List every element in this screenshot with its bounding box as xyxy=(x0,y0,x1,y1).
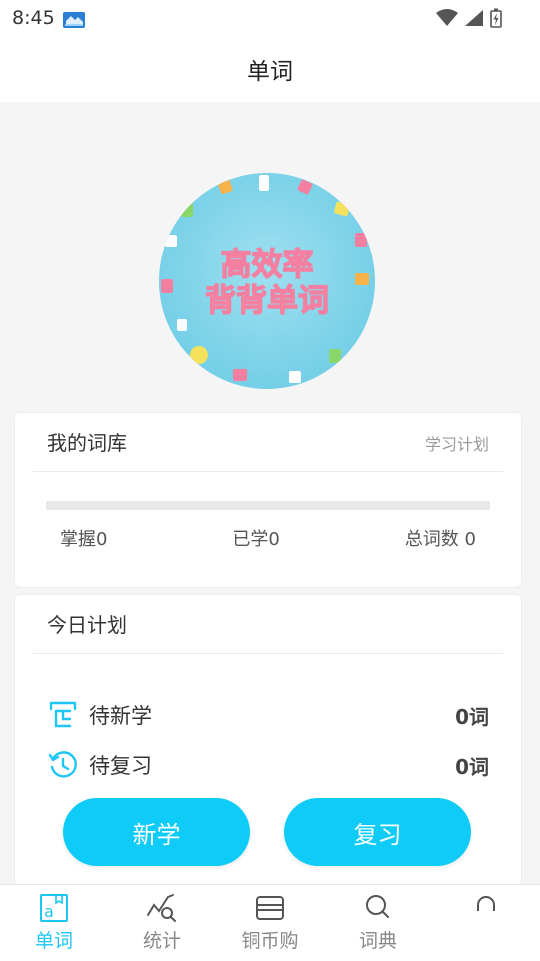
tab-dictionary[interactable]: 词典 xyxy=(324,885,432,961)
pending-new-row: 待新学 0词 xyxy=(47,697,489,733)
today-plan-card: 今日计划 待新学 0词 待复习 0词 新学 复习 xyxy=(14,594,522,888)
main-content: 高效率 背背单词 我的词库 学习计划 掌握0 已学0 总词数 0 今日计划 待新… xyxy=(0,102,540,888)
total-words-count: 总词数 0 xyxy=(404,529,476,550)
library-stats: 掌握0 已学0 总词数 0 xyxy=(46,525,490,553)
tab-word-label: 单词 xyxy=(34,930,73,952)
library-title: 我的词库 xyxy=(47,431,127,455)
banner-line2: 背背单词 xyxy=(205,283,329,319)
pending-review-row: 待复习 0词 xyxy=(47,747,489,783)
tab-copper-shop-label: 铜币购 xyxy=(241,930,299,952)
new-learn-button[interactable]: 新学 xyxy=(63,798,250,866)
today-plan-title: 今日计划 xyxy=(47,613,127,637)
pending-review-label: 待复习 xyxy=(89,754,152,778)
wifi-icon xyxy=(436,9,458,26)
page-title: 单词 xyxy=(0,36,540,102)
pending-review-count: 0词 xyxy=(455,754,489,779)
word-tab-icon: a xyxy=(40,894,68,922)
search-tab-icon xyxy=(366,895,389,918)
banner-line1: 高效率 xyxy=(221,247,314,283)
battery-icon xyxy=(490,8,502,28)
history-icon xyxy=(48,751,77,778)
library-progress-bar xyxy=(46,501,490,510)
pending-new-count: 0词 xyxy=(455,704,489,729)
library-card-header: 我的词库 学习计划 xyxy=(33,413,503,472)
profile-tab-icon xyxy=(477,896,495,911)
tab-dictionary-label: 词典 xyxy=(358,930,397,952)
tab-copper-shop[interactable]: 铜币购 xyxy=(216,885,324,961)
svg-text:a: a xyxy=(44,902,54,921)
tab-stats[interactable]: 统计 xyxy=(108,885,216,961)
tab-stats-label: 统计 xyxy=(142,930,181,952)
app-notification-icon xyxy=(63,12,85,28)
review-button[interactable]: 复习 xyxy=(284,798,471,866)
my-library-card: 我的词库 学习计划 掌握0 已学0 总词数 0 xyxy=(14,412,522,588)
mastered-count: 掌握0 xyxy=(60,529,108,550)
signal-icon xyxy=(465,10,483,26)
status-icons xyxy=(436,8,502,28)
pending-new-label: 待新学 xyxy=(89,704,152,728)
tab-profile[interactable] xyxy=(432,885,540,961)
learned-count: 已学0 xyxy=(232,529,280,550)
status-bar: 8:45 xyxy=(0,0,540,36)
status-time: 8:45 xyxy=(12,7,55,29)
new-learn-icon xyxy=(49,701,77,728)
bottom-tab-bar: a 单词 统计 铜币购 词典 xyxy=(0,884,540,961)
tab-word[interactable]: a 单词 xyxy=(0,885,108,961)
stats-tab-icon xyxy=(147,894,176,922)
wallet-tab-icon xyxy=(256,896,284,920)
plan-card-header: 今日计划 xyxy=(33,595,503,654)
banner-image: 高效率 背背单词 xyxy=(159,173,375,389)
study-plan-link[interactable]: 学习计划 xyxy=(425,431,489,455)
